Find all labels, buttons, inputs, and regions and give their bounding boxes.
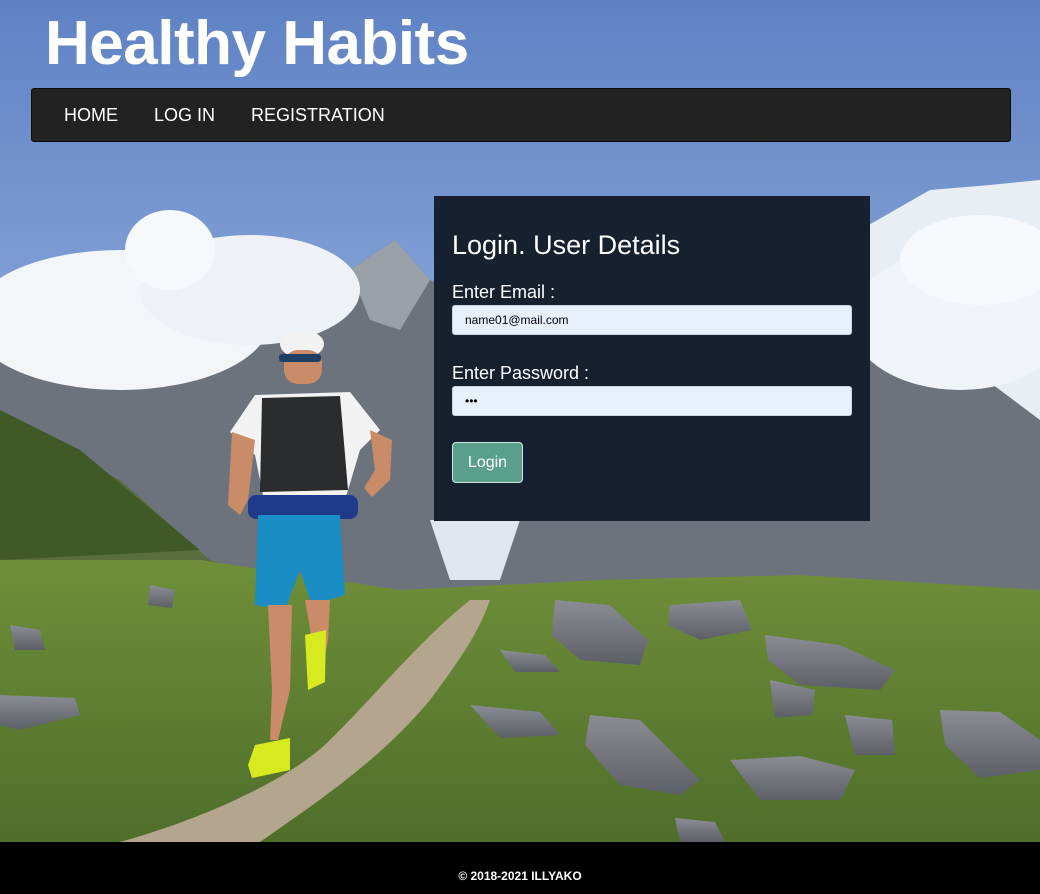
password-label: Enter Password : <box>452 363 590 383</box>
page: Healthy Habits HOME LOG IN REGISTRATION … <box>0 0 1040 894</box>
nav-registration-link[interactable]: REGISTRATION <box>233 88 403 142</box>
login-form-panel: Login. User Details Enter Email : Enter … <box>434 196 870 521</box>
login-form-title: Login. User Details <box>452 230 681 260</box>
login-submit-button[interactable]: Login <box>452 442 523 483</box>
nav-login-link[interactable]: LOG IN <box>136 88 233 142</box>
nav-home-link[interactable]: HOME <box>46 88 136 142</box>
site-title: Healthy Habits <box>45 9 469 78</box>
password-input[interactable] <box>452 386 852 416</box>
main-navbar: HOME LOG IN REGISTRATION <box>31 88 1011 142</box>
email-label: Enter Email : <box>452 282 556 302</box>
footer-copyright: © 2018-2021 ILLYAKO <box>458 869 582 883</box>
email-input[interactable] <box>452 305 852 335</box>
page-footer: © 2018-2021 ILLYAKO <box>0 842 1040 894</box>
